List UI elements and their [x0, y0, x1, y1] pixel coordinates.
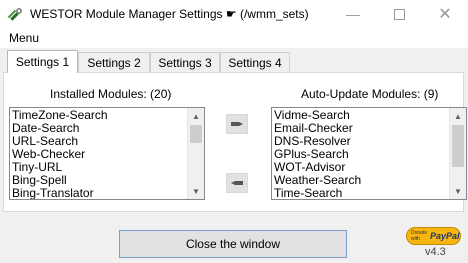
- scrollbar-thumb[interactable]: [452, 125, 464, 167]
- auto-update-modules-label: Auto-Update Modules: (9): [301, 87, 439, 101]
- scroll-down-icon[interactable]: ▼: [188, 183, 204, 199]
- list-item[interactable]: Bing-Translator: [12, 187, 187, 200]
- maximize-button[interactable]: [376, 0, 422, 28]
- window-title: WESTOR Module Manager Settings ☛ (/wmm_s…: [30, 7, 309, 21]
- tab-settings-2[interactable]: Settings 2: [78, 52, 150, 72]
- paypal-logo: PayPal: [430, 231, 460, 241]
- tab-label: Settings 4: [228, 55, 282, 70]
- tab-settings-4[interactable]: Settings 4: [220, 52, 290, 72]
- title-bar[interactable]: WESTOR Module Manager Settings ☛ (/wmm_s…: [0, 0, 468, 28]
- minimize-icon: —: [346, 6, 360, 22]
- close-button-label: Close the window: [185, 237, 281, 251]
- menu-item[interactable]: Menu: [9, 31, 39, 45]
- add-to-auto-update-button[interactable]: [226, 114, 248, 134]
- installed-modules-label: Installed Modules: (20): [50, 87, 172, 101]
- scroll-up-icon[interactable]: ▲: [188, 108, 204, 124]
- scroll-up-icon[interactable]: ▲: [450, 108, 466, 124]
- vertical-scrollbar[interactable]: ▲ ▼: [187, 108, 204, 199]
- tab-settings-1[interactable]: Settings 1: [7, 50, 78, 73]
- close-the-window-button[interactable]: Close the window: [119, 230, 347, 258]
- list-item[interactable]: Time-Search: [274, 187, 449, 200]
- wrench-screwdriver-icon: [7, 6, 24, 22]
- hand-pointing-right-icon: [230, 117, 244, 131]
- tab-settings-3[interactable]: Settings 3: [150, 52, 220, 72]
- menu-bar: Menu: [0, 28, 468, 48]
- paypal-donate-button[interactable]: Donate with PayPal: [406, 227, 461, 245]
- vertical-scrollbar[interactable]: ▲ ▼: [449, 108, 466, 199]
- tab-label: Settings 1: [15, 55, 70, 69]
- version-label: v4.3: [425, 246, 446, 258]
- tab-label: Settings 3: [158, 55, 212, 70]
- scrollbar-thumb[interactable]: [190, 125, 202, 143]
- installed-modules-list[interactable]: TimeZone-Search Date-Search URL-Search W…: [9, 107, 205, 200]
- remove-from-auto-update-button[interactable]: [226, 173, 248, 193]
- maximize-icon: [393, 8, 405, 20]
- tab-label: Settings 2: [87, 55, 141, 70]
- auto-update-modules-list[interactable]: Vidme-Search Email-Checker DNS-Resolver …: [271, 107, 467, 200]
- close-window-button[interactable]: ✕: [422, 0, 468, 28]
- hand-pointing-left-icon: [230, 176, 244, 190]
- scroll-down-icon[interactable]: ▼: [450, 183, 466, 199]
- donate-with-text: with: [411, 236, 420, 242]
- close-icon: ✕: [438, 6, 452, 23]
- minimize-button[interactable]: —: [330, 0, 376, 28]
